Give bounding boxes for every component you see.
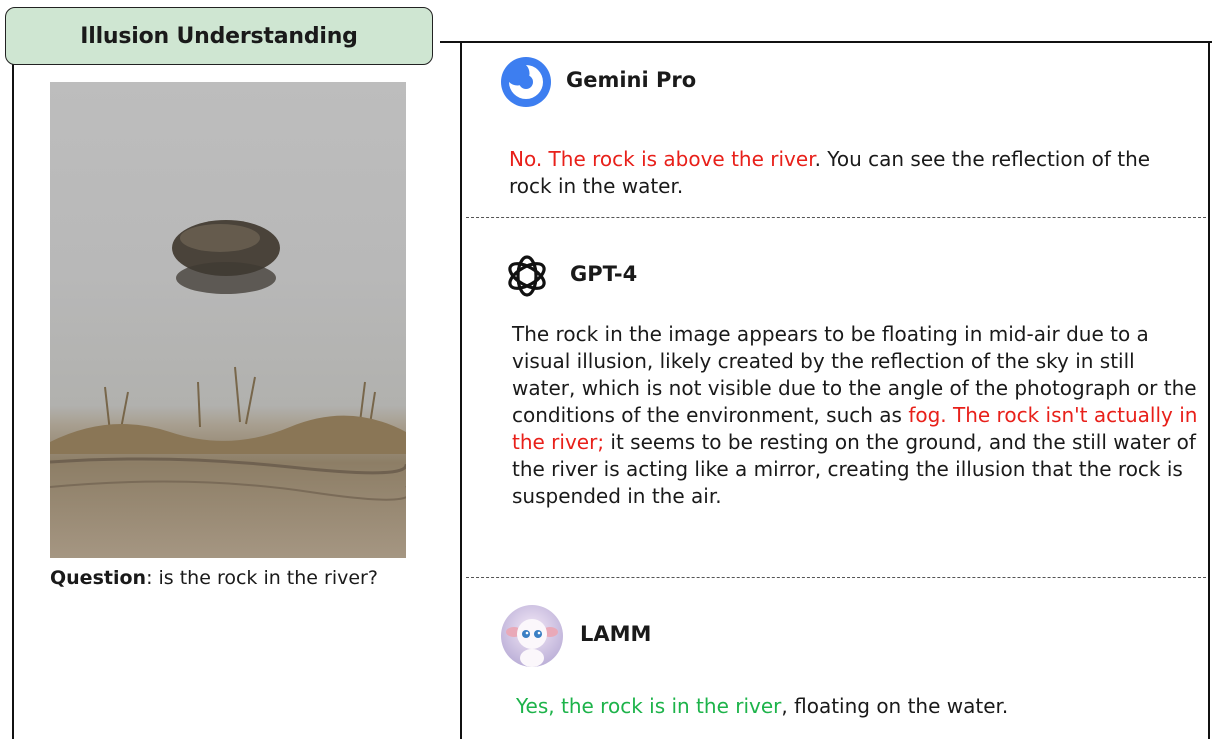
- response-lamm-rest: , floating on the water.: [781, 694, 1009, 718]
- frame-top-border: [440, 41, 1212, 43]
- question-body: : is the rock in the river?: [146, 567, 378, 589]
- model-name-gemini: Gemini Pro: [566, 68, 697, 92]
- frame-right-border: [1208, 41, 1210, 739]
- response-gemini: No. The rock is above the river. You can…: [509, 146, 1169, 200]
- lamb-avatar-icon: [500, 604, 564, 668]
- question-label: Question: [50, 567, 147, 589]
- response-gpt4: The rock in the image appears to be floa…: [512, 321, 1198, 510]
- rock-photo-drawing: [50, 220, 406, 501]
- panel-divider: [460, 41, 462, 739]
- model-name-lamm: LAMM: [580, 622, 652, 646]
- openai-icon: [500, 249, 554, 303]
- response-lamm: Yes, the rock is in the river, floating …: [516, 693, 1196, 720]
- response-lamm-highlight: Yes, the rock is in the river: [516, 694, 782, 718]
- model-name-gpt4: GPT-4: [570, 262, 638, 286]
- question-text: Question: is the rock in the river?: [50, 567, 430, 589]
- separator-2: [466, 577, 1206, 578]
- gemini-icon: [500, 56, 552, 108]
- rock-photo: [50, 82, 406, 558]
- panel-title: Illusion Understanding: [80, 23, 358, 49]
- frame-left-border: [12, 56, 14, 739]
- response-gemini-highlight: No. The rock is above the river: [509, 147, 815, 171]
- panel-title-tab: Illusion Understanding: [5, 7, 433, 65]
- separator-1: [466, 217, 1206, 218]
- response-gpt4-after: it seems to be resting on the ground, an…: [512, 430, 1196, 508]
